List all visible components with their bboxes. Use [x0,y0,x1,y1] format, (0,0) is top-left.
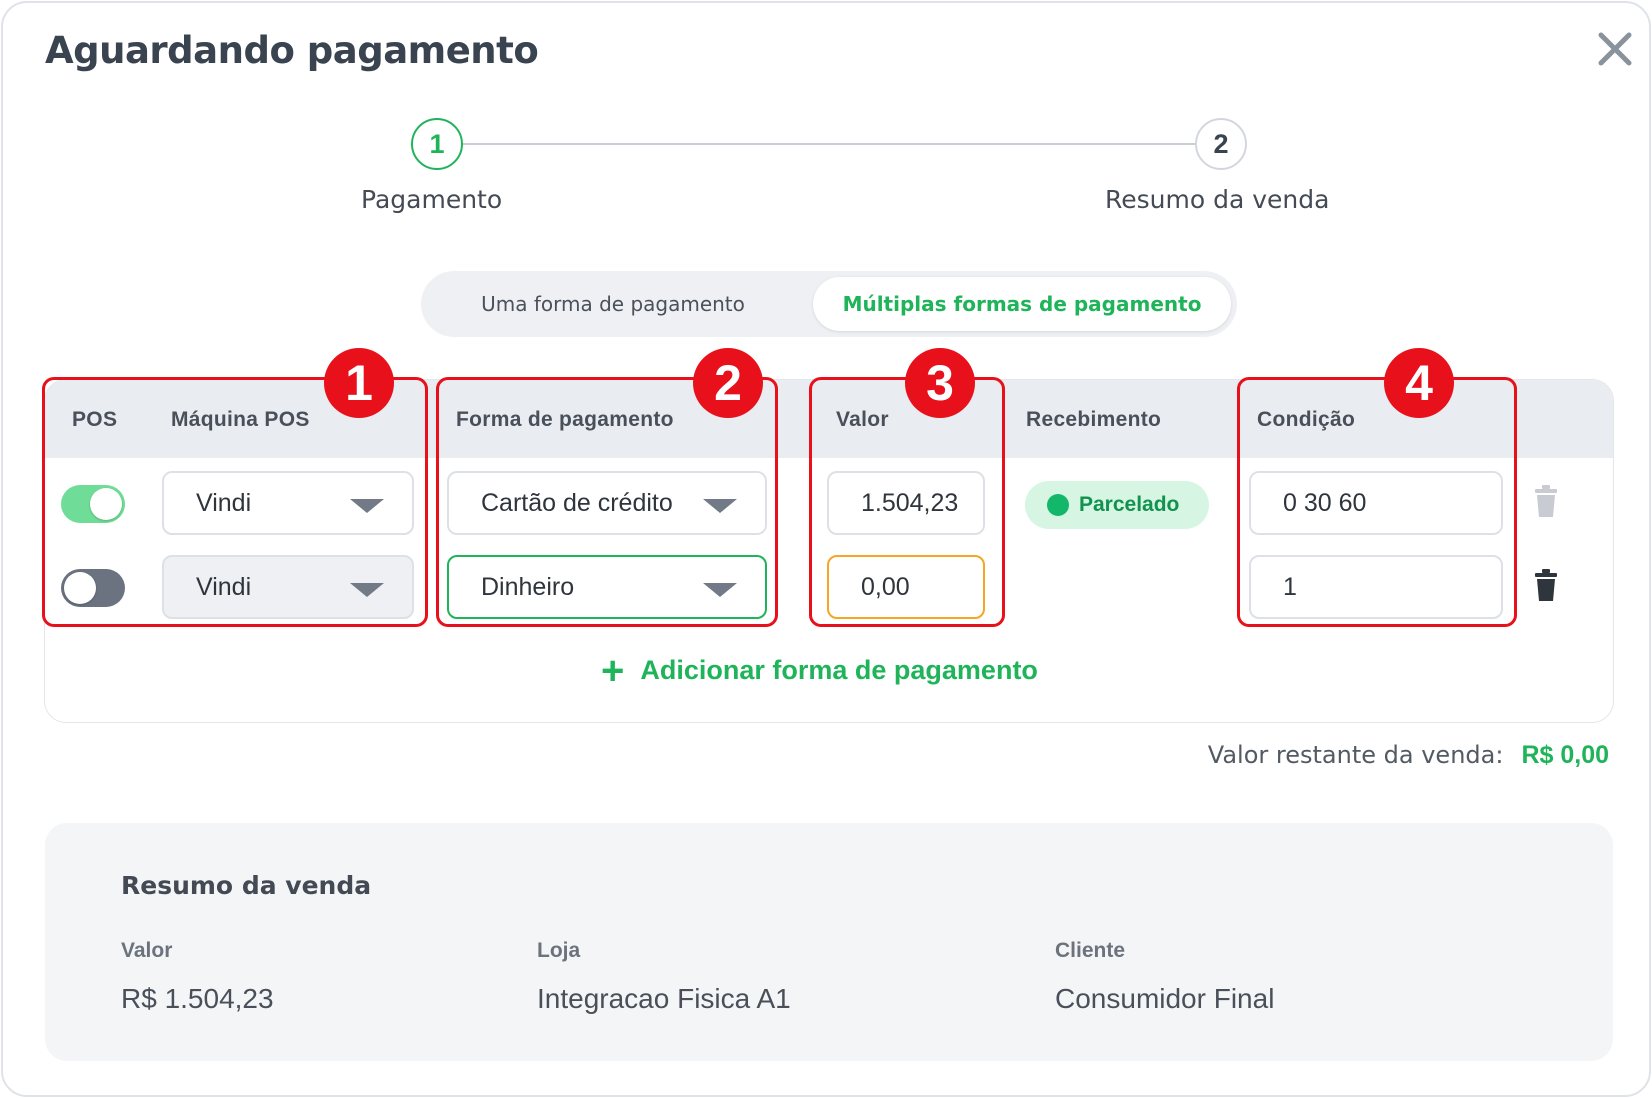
header-value: Valor [836,408,889,431]
condition-text: 1 [1283,572,1297,601]
machine-select-row-1[interactable]: Vindi [162,471,414,535]
method-value: Dinheiro [481,572,575,601]
remaining-amount: Valor restante da venda: R$ 0,00 [1208,741,1609,770]
trash-icon[interactable] [1533,485,1559,517]
chevron-down-icon [703,583,737,597]
summary-title: Resumo da venda [121,871,372,900]
annotation-badge-2: 2 [693,348,763,418]
header-receipt: Recebimento [1026,408,1162,431]
summary-label: Cliente [1055,939,1126,962]
condition-input-row-2[interactable]: 1 [1249,555,1503,619]
value-text: 0,00 [861,572,910,601]
summary-label: Loja [537,939,581,962]
summary-amount: R$ 1.504,23 [121,983,274,1014]
method-select-row-1[interactable]: Cartão de crédito [447,471,767,535]
step-1-indicator: 1 [411,118,463,170]
summary-label: Valor [121,939,173,962]
step-1-label: Pagamento [361,185,503,214]
summary-field-client: Cliente Consumidor Final [1055,939,1274,1015]
annotation-badge-1: 1 [324,348,394,418]
table-header: POS Máquina POS Forma de pagamento Valor… [45,380,1613,458]
header-pos: POS [72,408,118,431]
plus-icon: + [601,648,625,693]
modal-title: Aguardando pagamento [45,29,539,72]
summary-client: Consumidor Final [1055,983,1275,1014]
single-payment-tab[interactable]: Uma forma de pagamento [421,271,805,337]
pos-toggle-row-1[interactable] [61,485,125,523]
machine-select-row-2[interactable]: Vindi [162,555,414,619]
step-2-label: Resumo da venda [1105,185,1330,214]
summary-store: Integracao Fisica A1 [537,983,791,1014]
header-method: Forma de pagamento [456,408,674,431]
header-machine: Máquina POS [171,408,310,431]
summary-field-value: Valor R$ 1.504,23 [121,939,274,1015]
value-input-row-1[interactable]: 1.504,23 [827,471,985,535]
chevron-down-icon [350,583,384,597]
close-icon[interactable] [1595,29,1635,69]
summary-field-store: Loja Integracao Fisica A1 [537,939,791,1015]
toggle-knob [64,572,96,604]
add-payment-label: Adicionar forma de pagamento [640,655,1038,685]
payment-modal: Aguardando pagamento 1 2 Pagamento Resum… [1,1,1651,1097]
machine-value: Vindi [196,488,252,517]
add-payment-button[interactable]: + Adicionar forma de pagamento [601,648,1038,693]
pos-toggle-row-2[interactable] [61,569,125,607]
chevron-down-icon [703,499,737,513]
status-dot-icon [1047,494,1069,516]
annotation-badge-4: 4 [1384,348,1454,418]
annotation-badge-3: 3 [905,348,975,418]
value-input-row-2[interactable]: 0,00 [827,555,985,619]
method-select-row-2[interactable]: Dinheiro [447,555,767,619]
condition-input-row-1[interactable]: 0 30 60 [1249,471,1503,535]
remaining-value: R$ 0,00 [1521,741,1609,769]
condition-text: 0 30 60 [1283,488,1367,517]
method-value: Cartão de crédito [481,488,673,517]
step-2-indicator: 2 [1195,118,1247,170]
machine-value: Vindi [196,572,252,601]
stepper-line [461,143,1197,145]
header-condition: Condição [1257,408,1356,431]
sale-summary-panel: Resumo da venda Valor R$ 1.504,23 Loja I… [45,823,1613,1061]
value-text: 1.504,23 [861,488,959,517]
payment-mode-toggle: Uma forma de pagamento Múltiplas formas … [421,271,1237,337]
receipt-label: Parcelado [1079,493,1180,516]
multiple-payment-tab[interactable]: Múltiplas formas de pagamento [813,277,1231,331]
remaining-label: Valor restante da venda: [1207,741,1504,769]
trash-icon[interactable] [1533,569,1559,601]
receipt-badge-row-1: Parcelado [1025,481,1209,529]
toggle-knob [90,488,122,520]
chevron-down-icon [350,499,384,513]
